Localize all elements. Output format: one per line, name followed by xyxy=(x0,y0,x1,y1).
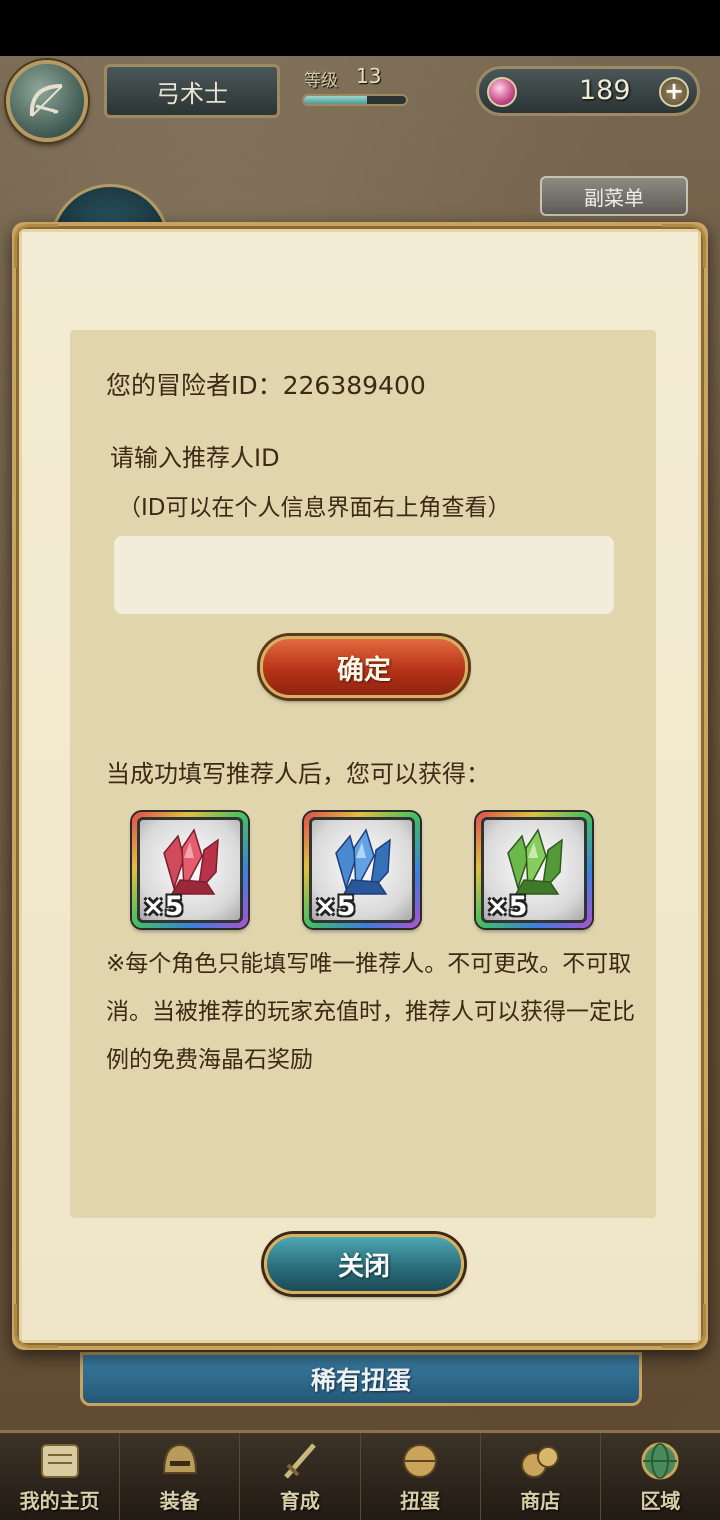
level-value: 13 xyxy=(356,64,382,88)
rare-gacha-banner[interactable]: 稀有扭蛋 xyxy=(80,1352,642,1406)
nav-label: 装备 xyxy=(159,1489,200,1513)
nav-label: 扭蛋 xyxy=(400,1489,441,1513)
nav-item-training[interactable]: 育成 xyxy=(240,1433,361,1520)
helmet-icon xyxy=(162,1443,197,1474)
reward-count: ×5 xyxy=(314,891,356,922)
scroll-icon xyxy=(40,1444,79,1478)
nav-item-shop[interactable]: 商店 xyxy=(481,1433,601,1520)
globe-icon xyxy=(641,1442,679,1480)
frame-corner-ornament xyxy=(662,224,706,268)
reward-count: ×5 xyxy=(142,891,184,922)
add-gems-button[interactable]: + xyxy=(659,77,689,107)
gacha-capsule-icon xyxy=(403,1444,438,1478)
nav-label: 商店 xyxy=(520,1489,561,1513)
referrer-dialog: 您的冒险者ID：226389400 请输入推荐人ID （ID可以在个人信息界面右… xyxy=(12,222,708,1350)
bottom-navigation: 我的主页 装备 育成 扭蛋 商店 区域 xyxy=(0,1430,720,1520)
bow-icon xyxy=(29,84,63,117)
referrer-id-hint: （ID可以在个人信息界面右上角查看） xyxy=(118,495,511,521)
level-progress-fill xyxy=(304,96,368,104)
referral-notice: ※每个角色只能填写唯一推荐人。不可更改。不可取消。当被推荐的玩家充值时，推荐人可… xyxy=(106,951,635,1073)
reward-green-crystal[interactable]: ×5 xyxy=(476,812,592,928)
adventurer-id-text: 您的冒险者ID：226389400 xyxy=(106,371,426,400)
status-bar xyxy=(0,0,720,56)
gem-count: 189 xyxy=(579,75,631,106)
frame-corner-ornament xyxy=(14,1304,58,1348)
reward-red-crystal[interactable]: ×5 xyxy=(132,812,248,928)
class-name: 弓术士 xyxy=(156,79,228,108)
archer-class-emblem[interactable] xyxy=(6,60,88,142)
confirm-button[interactable]: 确定 xyxy=(260,636,468,698)
nav-item-gacha[interactable]: 扭蛋 xyxy=(361,1433,481,1520)
nav-label: 区域 xyxy=(640,1489,681,1513)
reward-count: ×5 xyxy=(486,891,528,922)
referrer-id-input[interactable] xyxy=(114,536,614,614)
level-label: 等级 xyxy=(304,71,338,91)
frame-corner-ornament xyxy=(662,1304,706,1348)
nav-item-equipment[interactable]: 装备 xyxy=(120,1433,241,1520)
frame-corner-ornament xyxy=(14,224,58,268)
sub-menu-button[interactable]: 副菜单 xyxy=(540,176,688,216)
sword-icon xyxy=(284,1443,316,1479)
nav-item-home[interactable]: 我的主页 xyxy=(0,1433,121,1520)
level-indicator: 等级 13 xyxy=(290,64,420,114)
nav-label: 我的主页 xyxy=(19,1489,100,1513)
sea-crystal-gem-icon xyxy=(487,77,517,107)
dialog-content-panel: 您的冒险者ID：226389400 请输入推荐人ID （ID可以在个人信息界面右… xyxy=(70,330,656,1218)
class-name-plate: 弓术士 xyxy=(104,64,280,118)
reward-blue-crystal[interactable]: ×5 xyxy=(304,812,420,928)
gold-coins-icon xyxy=(521,1446,560,1478)
level-progress-bar xyxy=(302,94,408,106)
nav-label: 育成 xyxy=(279,1489,320,1513)
reward-heading: 当成功填写推荐人后，您可以获得： xyxy=(106,760,490,788)
gem-currency-plate: 189 + xyxy=(476,66,700,116)
nav-item-area[interactable]: 区域 xyxy=(601,1433,720,1520)
referrer-id-prompt: 请输入推荐人ID xyxy=(110,444,280,472)
close-button[interactable]: 关闭 xyxy=(264,1234,464,1294)
